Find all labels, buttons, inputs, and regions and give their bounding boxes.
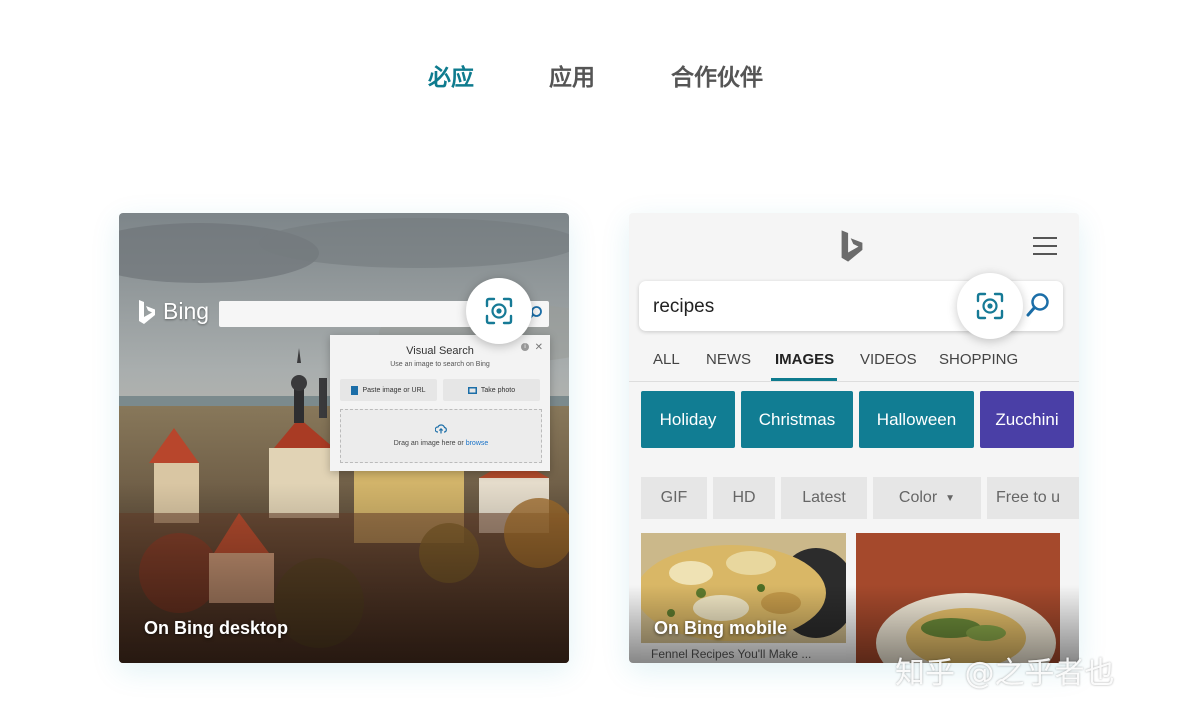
zhihu-watermark: 知乎 @之乎者也 [895, 656, 1115, 691]
paste-image-label: Paste image or URL [362, 386, 426, 394]
visual-search-panel: i ✕ Visual Search Use an image to search… [330, 335, 550, 471]
tab-apps[interactable]: 应用 [549, 58, 595, 92]
image-result-fennel[interactable] [641, 533, 846, 663]
photo-icon [467, 386, 477, 394]
visual-search-icon [485, 297, 513, 325]
bing-logo: Bing [137, 298, 209, 325]
filter-free-to-use[interactable]: Free to u [987, 477, 1079, 519]
image-drop-zone[interactable]: Drag an image here or browse [340, 409, 542, 463]
visual-search-title: Visual Search [406, 345, 474, 357]
drop-zone-text: Drag an image here or browse [341, 440, 541, 447]
desktop-card: Bing i ✕ Visual Search Use an image to s… [119, 213, 569, 663]
bing-b-icon [841, 230, 863, 262]
visual-search-subtitle: Use an image to search on Bing [390, 361, 490, 368]
bing-logo-text: Bing [163, 298, 210, 324]
tab-partners[interactable]: 合作伙伴 [671, 58, 763, 92]
image-result-caption: Fennel Recipes You'll Make ... [651, 647, 812, 661]
tab-bing[interactable]: 必应 [428, 58, 474, 92]
image-filters: GIF HD Latest Color ▼ Free to u [629, 477, 1079, 521]
browse-link[interactable]: browse [466, 440, 489, 447]
nav-tab-images[interactable]: IMAGES [775, 351, 834, 368]
cloud-upload-icon [435, 424, 447, 434]
take-photo-button[interactable]: Take photo [443, 379, 540, 401]
chip-christmas[interactable]: Christmas [741, 391, 853, 448]
hamburger-menu-icon[interactable] [1033, 237, 1057, 261]
filter-latest[interactable]: Latest [781, 477, 867, 519]
chevron-down-icon: ▼ [945, 492, 956, 504]
search-input-value[interactable]: recipes [653, 296, 714, 318]
salad-dish-photo [856, 533, 1060, 663]
mobile-header [629, 213, 1079, 279]
mobile-nav-tabs: ALL NEWS IMAGES VIDEOS SHOPPING [629, 351, 1079, 382]
nav-tab-all[interactable]: ALL [653, 351, 680, 368]
chip-halloween[interactable]: Halloween [859, 391, 974, 448]
filter-color[interactable]: Color ▼ [873, 477, 981, 519]
visual-search-icon [976, 292, 1004, 320]
filter-color-label: Color [898, 489, 938, 506]
chip-zucchini[interactable]: Zucchini [980, 391, 1074, 448]
filter-hd[interactable]: HD [713, 477, 775, 519]
filter-gif[interactable]: GIF [641, 477, 707, 519]
image-result-dish[interactable] [856, 533, 1060, 663]
visual-search-button[interactable] [466, 278, 532, 344]
bing-b-icon [139, 299, 155, 324]
desktop-card-caption: On Bing desktop [144, 618, 288, 638]
mobile-card: recipes ALL NEWS IMAGES VIDEOS SHOPPING … [629, 213, 1079, 663]
nav-tab-videos[interactable]: VIDEOS [860, 351, 917, 368]
mobile-card-caption: On Bing mobile [654, 618, 787, 638]
active-tab-indicator [771, 378, 837, 381]
nav-tab-shopping[interactable]: SHOPPING [939, 351, 1018, 368]
drop-instruction: Drag an image here or [393, 440, 464, 447]
paste-image-button[interactable]: Paste image or URL [340, 379, 437, 401]
related-search-chips: Holiday Christmas Halloween Zucchini [629, 391, 1079, 451]
visual-search-button[interactable] [957, 273, 1023, 339]
search-icon[interactable] [1025, 292, 1051, 320]
nav-tab-news[interactable]: NEWS [706, 351, 751, 368]
document-icon [351, 385, 359, 395]
top-tabs: 必应 应用 合作伙伴 [0, 58, 1178, 98]
chip-holiday[interactable]: Holiday [641, 391, 735, 448]
take-photo-label: Take photo [480, 386, 516, 394]
